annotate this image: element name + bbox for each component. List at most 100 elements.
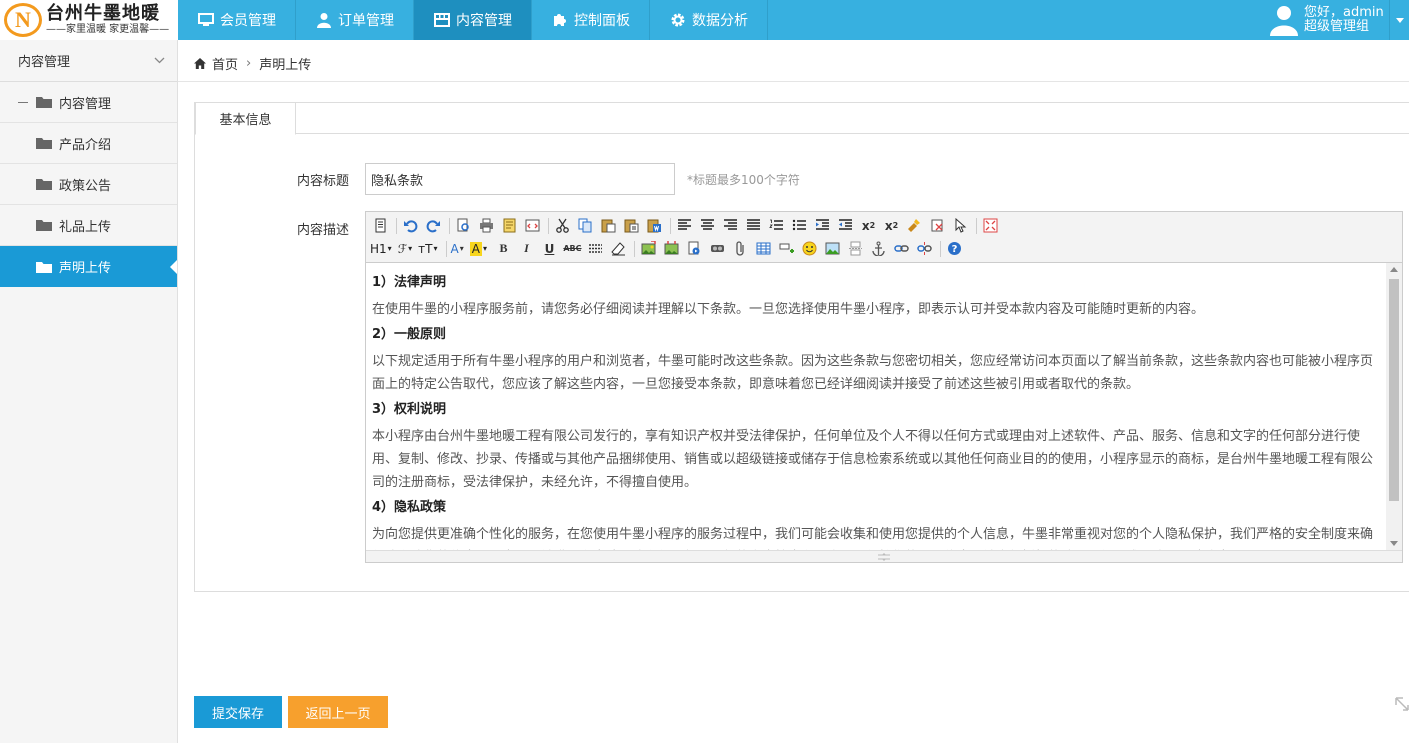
title-input[interactable]: [365, 163, 675, 195]
bold-button[interactable]: B: [493, 239, 514, 259]
paste-word-icon[interactable]: [644, 216, 665, 236]
user-role: 超级管理组: [1304, 19, 1370, 34]
paste-text-icon[interactable]: [621, 216, 642, 236]
indent-icon[interactable]: [812, 216, 833, 236]
sidebar-item-gift-upload[interactable]: 礼品上传: [0, 205, 177, 246]
nav-item-content[interactable]: 内容管理: [414, 0, 532, 40]
link-icon[interactable]: [891, 239, 912, 259]
folder-icon: [36, 138, 52, 149]
sidebar-header[interactable]: 内容管理: [0, 40, 177, 82]
align-right-icon[interactable]: [720, 216, 741, 236]
gear-icon: [670, 12, 686, 28]
svg-text:?: ?: [952, 244, 958, 255]
insert-row-icon[interactable]: [776, 239, 797, 259]
rich-text-editor: x2 x2 H1 ▾ ℱ ▾ тT ▾ A ▾ A ▾ B I U ABC ? …: [365, 211, 1403, 563]
chevron-right-icon: ›: [246, 55, 252, 71]
nav-item-orders[interactable]: 订单管理: [296, 0, 414, 40]
multi-image-icon[interactable]: [661, 239, 682, 259]
cut-icon[interactable]: [552, 216, 573, 236]
format-brush-icon[interactable]: [904, 216, 925, 236]
attachment-icon[interactable]: [730, 239, 751, 259]
horizontal-rule-icon[interactable]: [585, 239, 606, 259]
folder-icon: [36, 97, 52, 108]
sidebar: 内容管理 内容管理 产品介绍 政策公告 礼品上传 声明上传: [0, 40, 178, 743]
code-icon[interactable]: [522, 216, 543, 236]
save-button[interactable]: 提交保存: [194, 696, 282, 728]
puzzle-icon: [552, 12, 568, 28]
font-color-select[interactable]: A ▾: [450, 239, 463, 259]
editor-content[interactable]: 1）法律声明 在使用牛墨的小程序服务前，请您务必仔细阅读并理解以下条款。一旦您选…: [366, 263, 1387, 550]
copy-icon[interactable]: [575, 216, 596, 236]
monitor-icon: [198, 12, 214, 28]
align-center-icon[interactable]: [697, 216, 718, 236]
outdent-icon[interactable]: [835, 216, 856, 236]
superscript-icon[interactable]: x2: [881, 216, 902, 236]
source-icon[interactable]: [370, 216, 391, 236]
user-greeting: 您好，admin: [1304, 5, 1384, 20]
breadcrumb-current: 声明上传: [259, 57, 312, 73]
insert-table-icon[interactable]: [753, 239, 774, 259]
sidebar-item-product-intro[interactable]: 产品介绍: [0, 123, 177, 164]
unlink-icon[interactable]: [914, 239, 935, 259]
background-color-select[interactable]: A ▾: [469, 239, 487, 259]
image-gallery-icon[interactable]: [822, 239, 843, 259]
emoticon-icon[interactable]: [799, 239, 820, 259]
editor-scrollbar[interactable]: [1386, 263, 1402, 550]
ordered-list-icon[interactable]: [766, 216, 787, 236]
sidebar-item-statement-upload[interactable]: 声明上传: [0, 246, 177, 287]
section-heading: 1）法律声明: [372, 275, 447, 290]
underline-button[interactable]: U: [539, 239, 560, 259]
align-left-icon[interactable]: [674, 216, 695, 236]
editor-resize-handle[interactable]: [366, 550, 1402, 562]
sidebar-item-policy-notice[interactable]: 政策公告: [0, 164, 177, 205]
page-break-icon[interactable]: [845, 239, 866, 259]
heading-select[interactable]: H1 ▾: [370, 239, 392, 259]
section-heading: 4）隐私政策: [372, 500, 447, 515]
breadcrumb-home[interactable]: 首页: [212, 54, 238, 73]
print-icon[interactable]: [476, 216, 497, 236]
fullscreen-icon[interactable]: [980, 216, 1001, 236]
subscript-icon[interactable]: x2: [858, 216, 879, 236]
strikethrough-button[interactable]: ABC: [562, 239, 583, 259]
nav-item-analytics[interactable]: 数据分析: [650, 0, 768, 40]
nav-item-members[interactable]: 会员管理: [178, 0, 296, 40]
insert-image-icon[interactable]: [638, 239, 659, 259]
folder-icon: [36, 220, 52, 231]
nav-item-control-panel[interactable]: 控制面板: [532, 0, 650, 40]
help-icon[interactable]: ?: [944, 239, 965, 259]
scroll-up-icon[interactable]: [1390, 267, 1398, 272]
back-button[interactable]: 返回上一页: [288, 696, 388, 728]
form-panel: 基本信息 内容标题 *标题最多100个字符 内容描述: [194, 102, 1409, 592]
sidebar-item-content-management[interactable]: 内容管理: [0, 82, 177, 123]
home-icon: [194, 57, 206, 69]
insert-flash-icon[interactable]: [707, 239, 728, 259]
folder-icon: [36, 261, 52, 273]
italic-button[interactable]: I: [516, 239, 537, 259]
chevron-down-icon: [154, 57, 165, 64]
section-body: 在使用牛墨的小程序服务前，请您务必仔细阅读并理解以下条款。一旦您选择使用牛墨小程…: [372, 302, 1205, 317]
tab-basic-info[interactable]: 基本信息: [195, 102, 296, 135]
anchor-icon[interactable]: [868, 239, 889, 259]
font-family-select[interactable]: ℱ ▾: [398, 239, 412, 259]
paste-icon[interactable]: [598, 216, 619, 236]
scroll-down-icon[interactable]: [1390, 541, 1398, 546]
eraser-icon[interactable]: [608, 239, 629, 259]
redo-icon[interactable]: [423, 216, 444, 236]
user-menu[interactable]: 您好，admin 超级管理组: [1270, 0, 1389, 40]
select-all-icon[interactable]: [950, 216, 971, 236]
undo-icon[interactable]: [400, 216, 421, 236]
scrollbar-thumb[interactable]: [1389, 279, 1399, 501]
align-justify-icon[interactable]: [743, 216, 764, 236]
resize-corner-icon: [1395, 697, 1409, 711]
title-label: 内容标题: [297, 174, 350, 189]
editor-toolbar: x2 x2 H1 ▾ ℱ ▾ тT ▾ A ▾ A ▾ B I U ABC ?: [366, 212, 1402, 263]
clear-format-icon[interactable]: [927, 216, 948, 236]
font-size-select[interactable]: тT ▾: [418, 239, 437, 259]
preview-icon[interactable]: [453, 216, 474, 236]
active-indicator: [170, 260, 177, 274]
template-icon[interactable]: [499, 216, 520, 236]
user-dropdown-toggle[interactable]: [1389, 0, 1409, 40]
insert-video-icon[interactable]: [684, 239, 705, 259]
unordered-list-icon[interactable]: [789, 216, 810, 236]
section-heading: 3）权利说明: [372, 402, 447, 417]
